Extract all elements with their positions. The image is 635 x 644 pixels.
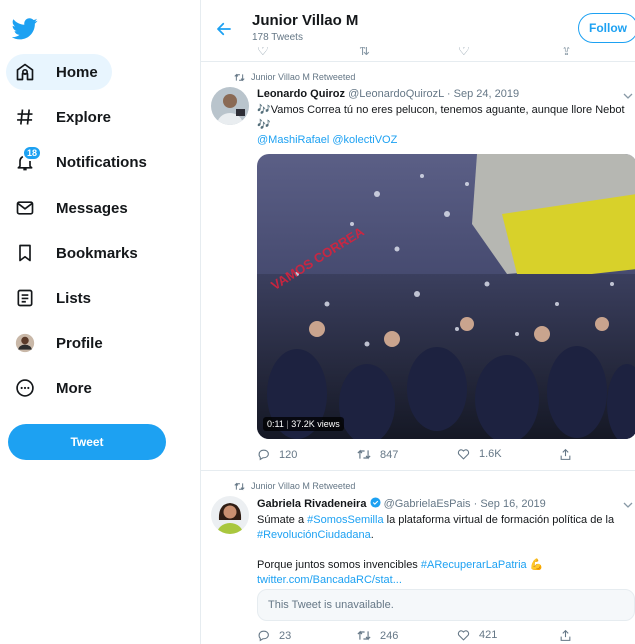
notification-count-badge: 18: [21, 145, 42, 161]
share-icon[interactable]: ⇪: [561, 47, 572, 59]
share-icon: [560, 448, 571, 460]
tweet-actions: 120 847 1.6K: [257, 448, 635, 464]
author-handle[interactable]: @GabrielaEsPais: [384, 498, 471, 510]
author-name[interactable]: Leonardo Quiroz: [257, 88, 345, 100]
more-icon: [14, 377, 36, 399]
author-handle[interactable]: @LeonardoQuirozL: [348, 88, 444, 100]
sidebar-item-label: More: [56, 379, 92, 397]
sidebar-item-notifications[interactable]: 18 Notifications: [6, 144, 161, 180]
like-icon[interactable]: ♡: [458, 47, 470, 59]
tweet-text: 🎶Vamos Correa tú no eres pelucon, tenemo…: [257, 103, 635, 148]
avatar[interactable]: [211, 496, 249, 534]
hashtag-link[interactable]: #RevoluciónCiudadana: [257, 529, 371, 541]
heart-icon: [457, 630, 470, 641]
sidebar-item-home[interactable]: Home: [6, 54, 112, 90]
verified-badge-icon: [369, 497, 381, 508]
retweet-button[interactable]: 847: [357, 448, 398, 461]
profile-header: Junior Villao M 178 Tweets Follow ♡ ⇅ ♡ …: [201, 0, 635, 62]
video-player[interactable]: VAMOS CORREA 0:11 | 37.2K views: [257, 154, 635, 439]
sidebar-item-label: Messages: [56, 199, 128, 217]
share-icon: [560, 629, 571, 641]
sidebar-item-lists[interactable]: Lists: [6, 280, 105, 316]
mention-links[interactable]: @MashiRafael @kolectiVOZ: [257, 133, 635, 148]
tweet[interactable]: Junior Villao M Retweeted Leonardo Quiro…: [201, 62, 635, 471]
follow-button[interactable]: Follow: [578, 13, 635, 43]
tweet-link[interactable]: twitter.com/BancadaRC/stat...: [257, 573, 635, 588]
sidebar-item-label: Lists: [56, 289, 92, 307]
reply-icon: [258, 449, 269, 461]
avatar[interactable]: [211, 87, 249, 125]
like-button[interactable]: 1.6K: [457, 448, 502, 460]
share-button[interactable]: [559, 629, 581, 642]
sidebar-item-more[interactable]: More: [6, 370, 106, 406]
sidebar-item-label: Profile: [56, 334, 103, 352]
sidebar-item-label: Home: [56, 63, 98, 81]
tweet-button[interactable]: Tweet: [8, 424, 166, 460]
retweet-button[interactable]: 246: [357, 629, 398, 642]
retweet-note: Junior Villao M Retweeted: [234, 481, 355, 491]
chevron-down-icon[interactable]: [623, 500, 633, 510]
video-duration-badge: 0:11 | 37.2K views: [263, 417, 344, 431]
unavailable-quote: This Tweet is unavailable.: [257, 589, 635, 621]
heart-icon: [457, 449, 470, 460]
bookmark-icon: [14, 242, 36, 264]
main-timeline: Junior Villao M 178 Tweets Follow ♡ ⇅ ♡ …: [200, 0, 635, 644]
twitter-logo-icon[interactable]: [12, 18, 38, 40]
like-button[interactable]: 421: [457, 629, 497, 641]
sidebar-item-explore[interactable]: Explore: [6, 99, 125, 135]
tweet[interactable]: Junior Villao M Retweeted Gabriela Rivad…: [201, 471, 635, 644]
tweet-date[interactable]: · Sep 16, 2019: [474, 498, 546, 510]
sidebar-item-label: Notifications: [56, 153, 147, 171]
hashtag-icon: [14, 106, 36, 128]
retweet-icon: [234, 482, 245, 490]
sidebar-item-bookmarks[interactable]: Bookmarks: [6, 235, 152, 271]
reply-button[interactable]: 23: [257, 629, 291, 642]
list-icon: [14, 287, 36, 309]
hashtag-link[interactable]: #SomosSemilla: [307, 514, 383, 526]
page-title: Junior Villao M: [252, 12, 359, 29]
bell-icon: 18: [14, 145, 42, 173]
tweet-actions: 23 246 421: [257, 629, 635, 644]
avatar: [14, 332, 36, 354]
tweet-header: Leonardo Quiroz @LeonardoQuirozL · Sep 2…: [257, 88, 519, 100]
tweet-text: Súmate a #SomosSemilla la plataforma vir…: [257, 513, 635, 588]
back-arrow-icon[interactable]: [215, 20, 233, 38]
hashtag-link[interactable]: #ARecuperarLaPatria: [421, 559, 527, 571]
retweet-icon: [357, 449, 371, 460]
sidebar-item-messages[interactable]: Messages: [6, 190, 142, 226]
tweet-count: 178 Tweets: [252, 32, 303, 43]
previous-tweet-actions: ♡ ⇅ ♡ ⇪: [201, 47, 635, 61]
share-button[interactable]: [559, 448, 581, 461]
retweet-icon: [357, 630, 371, 641]
sidebar-item-label: Bookmarks: [56, 244, 138, 262]
retweet-icon[interactable]: ⇅: [359, 47, 370, 59]
retweet-icon: [234, 73, 245, 81]
tweet-date[interactable]: · Sep 24, 2019: [447, 88, 519, 100]
retweet-note: Junior Villao M Retweeted: [234, 72, 355, 82]
chevron-down-icon[interactable]: [623, 91, 633, 101]
reply-button[interactable]: 120: [257, 448, 297, 461]
envelope-icon: [14, 197, 36, 219]
tweet-header: Gabriela Rivadeneira @GabrielaEsPais · S…: [257, 497, 546, 510]
home-icon: [14, 61, 36, 83]
video-thumbnail: VAMOS CORREA: [257, 154, 635, 439]
sidebar: Home Explore 18 Notifications Messages B…: [0, 0, 200, 644]
author-name[interactable]: Gabriela Rivadeneira: [257, 498, 366, 510]
reply-icon[interactable]: ♡: [257, 47, 269, 59]
sidebar-item-profile[interactable]: Profile: [6, 325, 117, 361]
sidebar-item-label: Explore: [56, 108, 112, 126]
reply-icon: [258, 630, 269, 642]
